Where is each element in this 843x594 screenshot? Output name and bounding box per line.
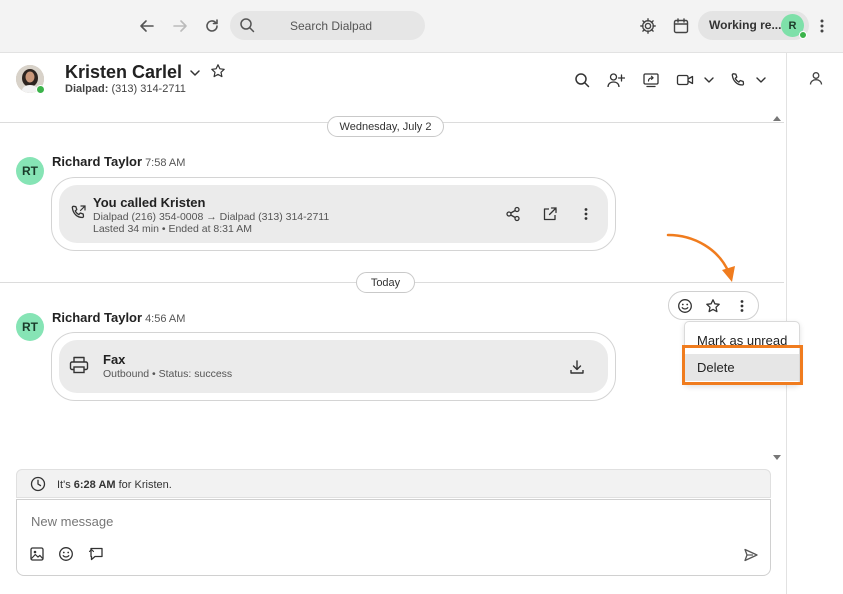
sender-avatar[interactable]: RT	[16, 313, 44, 341]
delete-highlight-box	[682, 345, 803, 385]
call-log-card-body: You called Kristen Dialpad (216) 354-000…	[59, 185, 608, 243]
contact-name[interactable]: Kristen Carlel	[65, 62, 226, 84]
forward-arrow-icon[interactable]	[167, 13, 193, 39]
chevron-down-icon[interactable]	[189, 63, 201, 84]
contact-presence-dot	[36, 85, 45, 94]
emoji-reaction-icon[interactable]	[676, 297, 694, 315]
open-external-icon[interactable]	[542, 206, 558, 227]
clock-icon	[30, 476, 46, 497]
share-screen-icon[interactable]	[640, 69, 662, 91]
composer-placeholder: New message	[31, 514, 114, 529]
video-options-chevron-icon[interactable]	[698, 69, 720, 91]
annotation-arrow-icon	[664, 229, 738, 290]
quick-reply-icon[interactable]	[87, 545, 105, 563]
call-more-icon[interactable]	[583, 207, 589, 226]
search-placeholder: Search Dialpad	[290, 19, 373, 33]
share-icon[interactable]	[505, 206, 521, 227]
back-arrow-icon[interactable]	[134, 13, 160, 39]
browser-toolbar: Search Dialpad Working re... R	[0, 0, 843, 53]
download-icon[interactable]	[569, 359, 585, 380]
status-selector[interactable]: Working re... R	[698, 11, 809, 40]
local-time-banner: It's 6:28 AM for Kristen.	[16, 469, 771, 498]
call-title: You called Kristen	[93, 195, 206, 210]
presence-dot	[799, 31, 807, 39]
status-label: Working re...	[709, 18, 782, 32]
sender-name: Richard Taylor	[52, 310, 143, 325]
message-time: 4:56 AM	[145, 313, 186, 325]
image-attach-icon[interactable]	[28, 545, 46, 563]
message-sender: Richard Taylor 7:58 AM	[52, 154, 185, 169]
emoji-picker-icon[interactable]	[57, 545, 75, 563]
star-message-icon[interactable]	[704, 297, 722, 315]
message-more-icon[interactable]	[733, 297, 751, 315]
fax-title: Fax	[103, 352, 126, 367]
reload-icon[interactable]	[199, 13, 225, 39]
contact-info-icon[interactable]	[809, 71, 823, 90]
search-icon	[239, 17, 255, 38]
phone-number: (313) 314-2711	[111, 83, 186, 95]
date-divider: Wednesday, July 2	[327, 116, 444, 137]
add-participant-icon[interactable]	[605, 69, 627, 91]
calendar-icon[interactable]	[668, 13, 694, 39]
call-options-chevron-icon[interactable]	[750, 69, 772, 91]
scroll-down-arrow-icon[interactable]	[772, 449, 782, 467]
contact-header: Kristen Carlel Dialpad: (313) 314-2711	[0, 53, 786, 105]
sender-name: Richard Taylor	[52, 154, 143, 169]
fax-card[interactable]: Fax Outbound • Status: success	[51, 332, 616, 401]
fax-status: Outbound • Status: success	[103, 368, 233, 380]
message-composer[interactable]: New message	[16, 499, 771, 576]
message-sender: Richard Taylor 4:56 AM	[52, 310, 185, 325]
message-actions-toolbar	[668, 291, 759, 320]
local-time-value: 6:28 AM	[73, 479, 116, 491]
favorite-star-icon[interactable]	[210, 63, 226, 84]
conversation-thread[interactable]: Wednesday, July 2 RT Richard Taylor 7:58 …	[0, 105, 803, 467]
more-vertical-icon[interactable]	[809, 13, 835, 39]
message-time: 7:58 AM	[145, 157, 186, 169]
contact-name-text: Kristen Carlel	[65, 62, 183, 82]
date-divider: Today	[356, 272, 415, 293]
video-call-icon[interactable]	[674, 69, 696, 91]
local-time-suffix: for Kristen.	[118, 479, 172, 491]
phone-label: Dialpad:	[65, 83, 109, 95]
sender-avatar[interactable]: RT	[16, 157, 44, 185]
call-log-card[interactable]: You called Kristen Dialpad (216) 354-000…	[51, 177, 616, 251]
scroll-up-arrow-icon[interactable]	[772, 109, 782, 127]
phone-call-icon[interactable]	[727, 69, 749, 91]
contact-phone: Dialpad: (313) 314-2711	[65, 83, 186, 95]
printer-icon	[69, 356, 89, 379]
outgoing-call-icon	[70, 204, 87, 226]
local-time-prefix: It's	[57, 479, 71, 491]
call-duration: Lasted 34 min • Ended at 8:31 AM	[93, 223, 252, 235]
search-conversation-icon[interactable]	[571, 69, 593, 91]
settings-gear-icon[interactable]	[635, 13, 661, 39]
fax-card-body: Fax Outbound • Status: success	[59, 340, 608, 393]
search-bar[interactable]: Search Dialpad	[230, 11, 425, 40]
local-time-text: It's 6:28 AM for Kristen.	[57, 479, 172, 491]
send-icon[interactable]	[742, 546, 760, 564]
